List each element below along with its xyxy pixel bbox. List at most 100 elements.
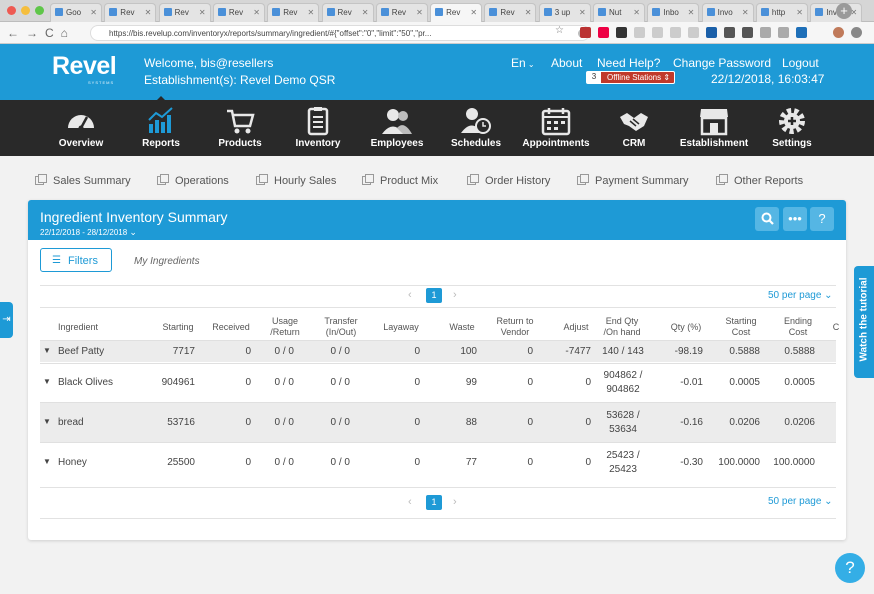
subnav-sales-summary[interactable]: Sales Summary <box>35 174 131 187</box>
nav-schedules[interactable]: Schedules <box>441 100 511 156</box>
per-page-selector[interactable]: 50 per page ⌄ <box>768 496 833 507</box>
column-header[interactable]: Qty (%) <box>656 322 716 333</box>
help-button[interactable]: ? <box>810 207 834 231</box>
close-tab-icon[interactable]: ✕ <box>796 8 803 17</box>
extension-icon[interactable] <box>778 27 789 38</box>
date-range-selector[interactable]: 22/12/2018 - 28/12/2018 ⌄ <box>40 227 137 238</box>
filters-button[interactable]: ☰ Filters <box>40 248 112 272</box>
close-tab-icon[interactable]: ✕ <box>307 8 314 17</box>
close-tab-icon[interactable]: ✕ <box>688 8 695 17</box>
extension-icon[interactable] <box>616 27 627 38</box>
nav-employees[interactable]: Employees <box>362 100 432 156</box>
nav-establishment[interactable]: Establishment <box>678 100 750 156</box>
close-tab-icon[interactable]: ✕ <box>253 8 260 17</box>
help-chat-button[interactable]: ? <box>835 553 865 583</box>
offline-stations-badge[interactable]: 3 Offline Stations ⇕ <box>586 71 676 84</box>
browser-tab[interactable]: Rev ✕ <box>375 3 428 22</box>
browser-tab[interactable]: http ✕ <box>755 3 808 22</box>
column-header[interactable]: Starting <box>148 322 208 333</box>
table-row[interactable]: ▼ Beef Patty 7717 0 0 / 00 / 0 0 100 0 -7477 140 … <box>40 340 836 362</box>
watch-tutorial-tab[interactable]: Watch the tutorial <box>854 266 874 378</box>
need-help-link[interactable]: Need Help? <box>597 56 660 70</box>
prev-page-icon[interactable]: ‹ <box>408 289 412 301</box>
extension-icon[interactable] <box>598 27 609 38</box>
table-row[interactable]: ▼ Black Olives 904961 0 0 / 00 / 0 0 99 0 0 90486… <box>40 363 836 401</box>
nav-products[interactable]: Products <box>205 100 275 156</box>
more-options-button[interactable]: ••• <box>783 207 807 231</box>
change-password-link[interactable]: Change Password <box>673 56 771 70</box>
close-tab-icon[interactable]: ✕ <box>416 8 423 17</box>
extension-icon[interactable] <box>760 27 771 38</box>
window-controls[interactable] <box>7 6 44 15</box>
close-tab-icon[interactable]: ✕ <box>199 8 206 17</box>
close-tab-icon[interactable]: ✕ <box>525 8 532 17</box>
column-header[interactable]: Layaway <box>371 322 431 333</box>
new-tab-button[interactable]: + <box>836 3 852 19</box>
url-field[interactable]: https://bis.revelup.com/inventoryx/repor… <box>90 25 590 41</box>
revel-logo[interactable]: Revel <box>52 52 117 81</box>
column-header[interactable]: Return to Vendor <box>485 316 545 338</box>
establishment-text[interactable]: Establishment(s): Revel Demo QSR <box>144 73 335 87</box>
subnav-hourly-sales[interactable]: Hourly Sales <box>256 174 336 187</box>
expand-row-icon[interactable]: ▼ <box>43 417 51 426</box>
column-header[interactable]: Transfer (In/Out) <box>311 316 371 338</box>
browser-nav-buttons[interactable]: ←→C⌂ <box>7 26 75 40</box>
extension-icon[interactable] <box>724 27 735 38</box>
browser-tab[interactable]: Rev ✕ <box>158 3 211 22</box>
browser-tab[interactable]: Rev ✕ <box>430 3 483 22</box>
table-row[interactable]: ▼ bread 53716 0 0 / 00 / 0 0 88 0 0 53628 /53634-… <box>40 402 836 442</box>
nav-crm[interactable]: CRM <box>599 100 669 156</box>
extension-icon[interactable] <box>580 27 591 38</box>
logout-link[interactable]: Logout <box>782 56 819 70</box>
browser-tab[interactable]: Rev ✕ <box>212 3 265 22</box>
extension-icon[interactable] <box>742 27 753 38</box>
subnav-other-reports[interactable]: Other Reports <box>716 174 803 187</box>
subnav-product-mix[interactable]: Product Mix <box>362 174 438 187</box>
close-tab-icon[interactable]: ✕ <box>579 8 586 17</box>
current-page[interactable]: 1 <box>426 288 442 303</box>
next-page-icon[interactable]: › <box>453 289 457 301</box>
about-link[interactable]: About <box>551 56 582 70</box>
language-selector[interactable]: En ⌄ <box>511 56 535 70</box>
column-header[interactable]: End Qty/On hand <box>592 316 652 338</box>
close-tab-icon[interactable]: ✕ <box>362 8 369 17</box>
column-header[interactable]: Received <box>201 322 261 333</box>
profile-avatar[interactable] <box>833 27 844 38</box>
subnav-order-history[interactable]: Order History <box>467 174 550 187</box>
search-button[interactable] <box>755 207 779 231</box>
subnav-operations[interactable]: Operations <box>157 174 229 187</box>
nav-reports[interactable]: Reports <box>126 100 196 156</box>
browser-tab[interactable]: Rev ✕ <box>484 3 537 22</box>
browser-tab[interactable]: Invo ✕ <box>701 3 754 22</box>
browser-tab[interactable]: Rev ✕ <box>321 3 374 22</box>
column-header[interactable]: Ingredient <box>58 322 128 333</box>
nav-settings[interactable]: Settings <box>757 100 827 156</box>
close-tab-icon[interactable]: ✕ <box>470 8 477 17</box>
column-header[interactable]: Usage/Return <box>255 316 315 338</box>
subnav-payment-summary[interactable]: Payment Summary <box>577 174 689 187</box>
expand-row-icon[interactable]: ▼ <box>43 457 51 466</box>
table-row[interactable]: ▼ Honey 25500 0 0 / 00 / 0 0 77 0 0 25423 /25423-… <box>40 442 836 482</box>
close-tab-icon[interactable]: ✕ <box>742 8 749 17</box>
close-tab-icon[interactable]: ✕ <box>90 8 97 17</box>
nav-appointments[interactable]: Appointments <box>520 100 592 156</box>
browser-tab[interactable]: 3 up ✕ <box>538 3 591 22</box>
extension-icon[interactable] <box>670 27 681 38</box>
extension-icon[interactable] <box>634 27 645 38</box>
extension-icon[interactable] <box>706 27 717 38</box>
extension-icon[interactable] <box>796 27 807 38</box>
current-page[interactable]: 1 <box>426 495 442 510</box>
browser-tab[interactable]: Goo ✕ <box>50 3 102 22</box>
extension-icon[interactable] <box>652 27 663 38</box>
column-header[interactable]: Waste <box>432 322 492 333</box>
browser-tab[interactable]: Nut ✕ <box>593 3 645 22</box>
prev-page-icon[interactable]: ‹ <box>408 496 412 508</box>
browser-tab[interactable]: Rev ✕ <box>104 3 157 22</box>
star-icon[interactable]: ☆ <box>555 25 566 36</box>
menu-icon[interactable] <box>851 27 862 38</box>
expand-sidebar-button[interactable]: ⇥ <box>0 302 13 338</box>
close-tab-icon[interactable]: ✕ <box>633 8 640 17</box>
nav-overview[interactable]: Overview <box>46 100 116 156</box>
browser-tab[interactable]: Inbo ✕ <box>647 3 700 22</box>
close-tab-icon[interactable]: ✕ <box>145 8 152 17</box>
